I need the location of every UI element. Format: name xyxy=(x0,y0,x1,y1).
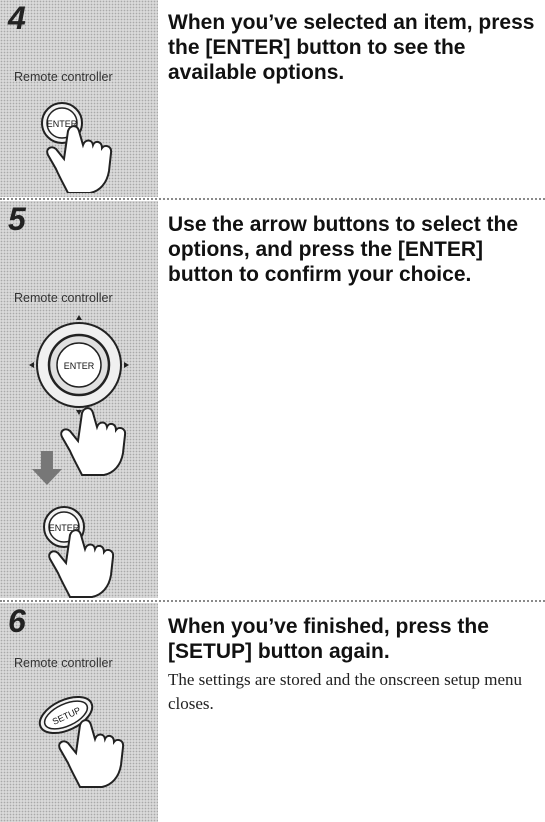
step-6: 6 Remote controller SETUP When you’ve fi… xyxy=(0,603,545,822)
step-4-sidebar: 4 Remote controller ENTER xyxy=(0,0,158,197)
remote-controller-label: Remote controller xyxy=(14,70,113,84)
remote-controller-label: Remote controller xyxy=(14,656,113,670)
step-5: 5 Remote controller ENTER ENTER Use the … xyxy=(0,201,545,598)
remote-controller-label: Remote controller xyxy=(14,291,113,305)
step-instruction: Use the arrow buttons to select the opti… xyxy=(168,213,519,286)
step-note: The settings are stored and the onscreen… xyxy=(168,670,523,713)
step-4: 4 Remote controller ENTER When you’ve se… xyxy=(0,0,545,197)
enter-button-press-icon: ENTER xyxy=(41,102,113,193)
step-4-content: When you’ve selected an item, press the … xyxy=(168,10,540,85)
step-6-content: When you’ve finished, press the [SETUP] … xyxy=(168,614,540,716)
step-5-sidebar: 5 Remote controller ENTER ENTER xyxy=(0,201,158,598)
step-number: 4 xyxy=(8,0,26,36)
step-6-sidebar: 6 Remote controller SETUP xyxy=(0,603,158,822)
step-number: 5 xyxy=(8,201,26,237)
step-divider xyxy=(0,198,545,200)
step-5-content: Use the arrow buttons to select the opti… xyxy=(168,212,540,287)
step-divider xyxy=(0,600,545,602)
step-number: 6 xyxy=(8,603,26,639)
enter-button-label: ENTER xyxy=(64,361,95,371)
arrow-pad-press-icon: ENTER ENTER xyxy=(29,315,129,598)
step-instruction: When you’ve finished, press the [SETUP] … xyxy=(168,615,489,663)
step-instruction: When you’ve selected an item, press the … xyxy=(168,11,535,84)
setup-button-press-icon: SETUP xyxy=(38,695,125,788)
